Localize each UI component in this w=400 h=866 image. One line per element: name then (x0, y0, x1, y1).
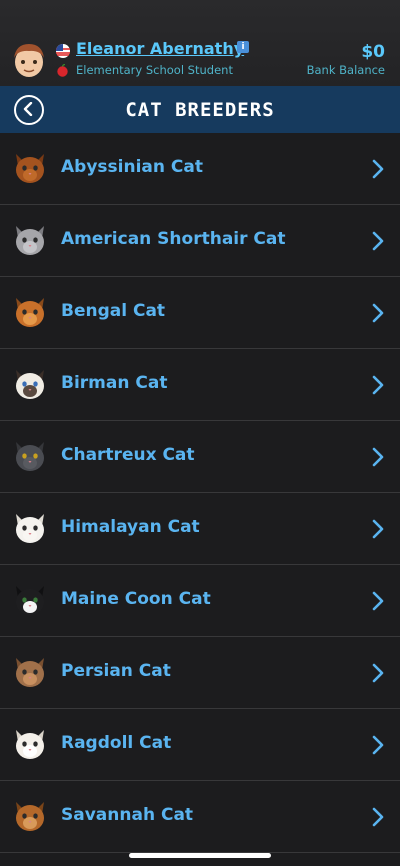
breeder-row[interactable]: Ragdoll Cat (0, 709, 400, 781)
breeder-label: Birman Cat (61, 373, 168, 393)
breeder-row[interactable]: Abyssinian Cat (0, 133, 400, 205)
breeder-label: Himalayan Cat (61, 517, 200, 537)
bank-balance-label: Bank Balance (306, 63, 385, 77)
breeder-label: Abyssinian Cat (61, 157, 203, 177)
apple-icon (57, 64, 68, 77)
breeder-label: Maine Coon Cat (61, 589, 211, 609)
ragdoll-cat-icon (16, 730, 44, 759)
chevron-right-icon (372, 303, 384, 323)
avatar[interactable] (10, 40, 48, 80)
breeder-row[interactable]: Maine Coon Cat (0, 565, 400, 637)
chevron-right-icon (372, 807, 384, 827)
player-name[interactable]: Eleanor Abernathy (76, 39, 244, 58)
breeder-row[interactable]: American Shorthair Cat (0, 205, 400, 277)
job-title: Elementary School Student (76, 63, 233, 77)
himalayan-cat-icon (16, 514, 44, 543)
bengal-cat-icon (16, 298, 44, 327)
persian-cat-icon (16, 658, 44, 687)
breeder-label: American Shorthair Cat (61, 229, 286, 249)
home-indicator[interactable] (129, 853, 271, 858)
breeder-list: Abyssinian Cat American Shorthair Cat Beng… (0, 133, 400, 853)
chevron-right-icon (372, 663, 384, 683)
breeder-row[interactable]: Bengal Cat (0, 277, 400, 349)
bank-balance: $0 (361, 42, 385, 62)
chevron-right-icon (372, 519, 384, 539)
breeder-row[interactable]: Savannah Cat (0, 781, 400, 853)
chevron-right-icon (372, 447, 384, 467)
chevron-right-icon (372, 735, 384, 755)
maine-coon-cat-icon (16, 586, 44, 615)
title-bar: CAT BREEDERS (0, 86, 400, 133)
american-shorthair-cat-icon (16, 226, 44, 255)
breeder-row[interactable]: Birman Cat (0, 349, 400, 421)
breeder-label: Ragdoll Cat (61, 733, 172, 753)
info-icon[interactable]: i (237, 41, 249, 53)
breeder-row[interactable]: Himalayan Cat (0, 493, 400, 565)
profile-header: Eleanor Abernathy i Elementary School St… (0, 0, 400, 86)
breeder-label: Chartreux Cat (61, 445, 195, 465)
chartreux-cat-icon (16, 442, 44, 471)
breeder-label: Bengal Cat (61, 301, 166, 321)
birman-cat-icon (16, 370, 44, 399)
chevron-right-icon (372, 375, 384, 395)
chevron-right-icon (372, 159, 384, 179)
savannah-cat-icon (16, 802, 44, 831)
chevron-right-icon (372, 591, 384, 611)
breeder-row[interactable]: Chartreux Cat (0, 421, 400, 493)
breeder-label: Persian Cat (61, 661, 171, 681)
us-flag-icon (56, 44, 70, 58)
chevron-right-icon (372, 231, 384, 251)
breeder-label: Savannah Cat (61, 805, 194, 825)
abyssinian-cat-icon (16, 154, 44, 183)
breeder-row[interactable]: Persian Cat (0, 637, 400, 709)
page-title: CAT BREEDERS (125, 99, 275, 121)
